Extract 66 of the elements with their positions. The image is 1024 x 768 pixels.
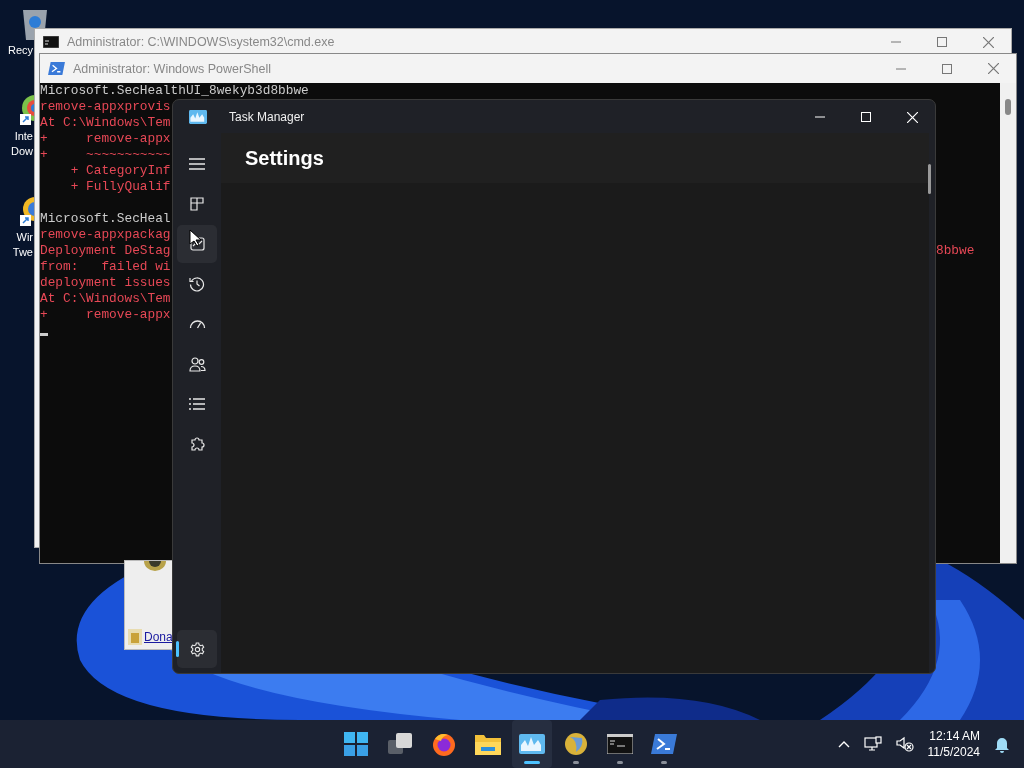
console-line: remove-appxprovis bbox=[40, 99, 171, 115]
icon-label: Twe bbox=[12, 245, 33, 260]
icon-label: Recy bbox=[7, 43, 33, 58]
users-icon bbox=[188, 356, 206, 372]
task-view-icon bbox=[388, 733, 412, 755]
close-icon bbox=[987, 63, 999, 74]
console-line: At C:\Windows\Tem bbox=[40, 115, 171, 131]
console-line: deployment issues bbox=[40, 275, 171, 291]
console-line: remove-appxpackag bbox=[40, 227, 171, 243]
windows-logo-icon bbox=[344, 732, 368, 756]
powershell-icon bbox=[48, 62, 65, 75]
console-line: At C:\Windows\Tem bbox=[40, 291, 171, 307]
window-title: Administrator: Windows PowerShell bbox=[73, 61, 271, 76]
donate-icon bbox=[128, 629, 142, 645]
console-line: + remove-appx bbox=[40, 131, 171, 147]
window-title: Task Manager bbox=[229, 110, 305, 124]
chevron-up-icon[interactable] bbox=[837, 740, 850, 748]
console-line: + remove-appx bbox=[40, 307, 171, 323]
page-title: Settings bbox=[245, 146, 324, 170]
maximize-icon bbox=[942, 63, 952, 74]
globe-icon bbox=[564, 732, 588, 756]
console-line: + FullyQualif bbox=[69, 179, 171, 195]
clock[interactable]: 12:14 AM 11/5/2024 bbox=[927, 728, 980, 760]
notification-bell-icon[interactable] bbox=[994, 735, 1010, 753]
powershell-icon bbox=[651, 734, 677, 754]
window-title: Administrator: C:\WINDOWS\system32\cmd.exe bbox=[67, 35, 335, 49]
scrollbar-thumb[interactable] bbox=[928, 164, 931, 194]
icon-label: Wir bbox=[16, 230, 33, 245]
mouse-pointer-icon bbox=[189, 229, 201, 247]
puzzle-icon bbox=[189, 436, 205, 452]
history-icon bbox=[189, 276, 205, 292]
icon-label: Dow bbox=[11, 144, 33, 159]
clock-time: 12:14 AM bbox=[929, 728, 980, 744]
menu-icon bbox=[189, 158, 205, 170]
scrollbar-thumb[interactable] bbox=[1005, 99, 1011, 115]
network-icon[interactable] bbox=[863, 736, 882, 752]
emblem-icon bbox=[144, 561, 166, 571]
terminal-icon bbox=[43, 36, 59, 48]
nav-button[interactable] bbox=[177, 225, 217, 263]
console-line: Deployment DeStag bbox=[40, 243, 171, 259]
donate-link[interactable]: Dona bbox=[144, 630, 173, 644]
firefox-icon bbox=[432, 732, 456, 756]
console-line: + CategoryInf bbox=[69, 163, 171, 179]
clock-date: 11/5/2024 bbox=[927, 744, 980, 760]
maximize-icon bbox=[861, 112, 871, 122]
taskbar-app[interactable] bbox=[512, 720, 552, 768]
muted-speaker-icon[interactable] bbox=[895, 736, 914, 752]
folder-icon bbox=[475, 733, 501, 755]
close-icon bbox=[982, 36, 994, 48]
console-line: + ~~~~~~~~~~~ bbox=[40, 147, 171, 163]
nav-button[interactable] bbox=[177, 630, 217, 668]
console-line: from: failed wi bbox=[40, 259, 171, 275]
console-line: Microsoft.SecHealthUI_8wekyb3d8bbwe bbox=[40, 83, 309, 99]
maximize-icon bbox=[937, 37, 947, 47]
list-icon bbox=[189, 398, 205, 410]
task-manager-icon bbox=[519, 734, 545, 754]
console-line: Microsoft.SecHeal bbox=[40, 211, 171, 227]
icon-label: Inte bbox=[14, 129, 33, 144]
grid-icon bbox=[190, 197, 204, 211]
terminal-icon bbox=[607, 734, 633, 754]
text-cursor bbox=[40, 333, 48, 336]
gauge-icon bbox=[188, 318, 206, 330]
close-icon bbox=[906, 111, 918, 123]
gear-icon bbox=[189, 641, 205, 657]
console-text: 8bbwe bbox=[936, 243, 975, 259]
task-manager-icon bbox=[189, 110, 207, 124]
